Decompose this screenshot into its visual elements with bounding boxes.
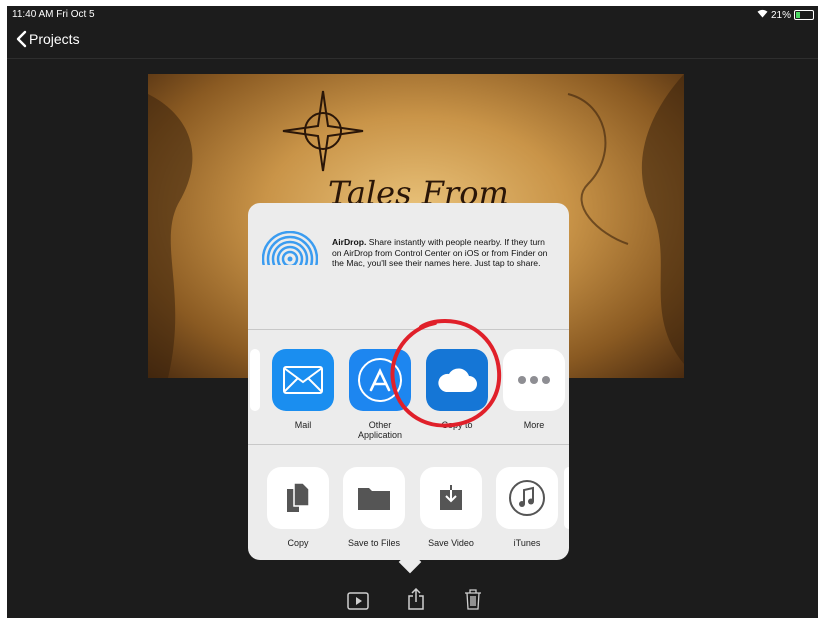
play-button[interactable] (347, 592, 369, 615)
back-button[interactable]: Projects (15, 30, 80, 48)
chevron-left-icon (15, 30, 27, 48)
more-icon (503, 349, 565, 411)
action-save-video[interactable]: Save Video (412, 467, 490, 548)
battery-icon (794, 10, 814, 20)
action-itunes[interactable]: iTunes (488, 467, 566, 548)
status-right: 21% (757, 9, 814, 21)
status-time: 11:40 AM Fri Oct 5 (12, 9, 95, 20)
wifi-icon (757, 9, 768, 21)
copy-icon (267, 467, 329, 529)
share-icon (408, 587, 424, 610)
more-label: More (523, 420, 545, 430)
app-store-icon (349, 349, 411, 411)
share-app-other-application[interactable]: Other Application (341, 349, 419, 440)
status-bar: 11:40 AM Fri Oct 5 21% (7, 6, 818, 24)
airdrop-icon (261, 230, 319, 292)
share-sheet: AirDrop. Share instantly with people nea… (248, 203, 569, 560)
compass-rose-icon (282, 90, 364, 172)
mail-icon (272, 349, 334, 411)
save-video-label: Save Video (428, 538, 474, 548)
copy-to-label: Copy to (441, 420, 473, 430)
save-to-files-label: Save to Files (347, 538, 401, 548)
itunes-label: iTunes (513, 538, 541, 548)
actions-row: Copy Save to Files Save Video iTunes (248, 445, 569, 560)
folder-icon (343, 467, 405, 529)
apps-row: Mail Other Application Copy to More (248, 330, 569, 445)
back-label: Projects (29, 31, 80, 47)
trash-button[interactable] (464, 589, 482, 615)
airdrop-description: AirDrop. Share instantly with people nea… (332, 237, 554, 269)
trash-icon (465, 589, 481, 610)
partial-action-tile (564, 467, 569, 529)
play-icon (347, 592, 369, 610)
share-app-mail[interactable]: Mail (264, 349, 342, 430)
other-application-label: Other Application (357, 420, 403, 440)
airdrop-title: AirDrop. (332, 237, 367, 247)
save-video-icon (420, 467, 482, 529)
itunes-icon (496, 467, 558, 529)
copy-label: Copy (287, 538, 309, 548)
action-copy[interactable]: Copy (259, 467, 337, 548)
share-app-copy-to-icloud[interactable]: Copy to (418, 349, 496, 430)
partial-app-tile (250, 349, 260, 411)
battery-percent: 21% (770, 9, 791, 21)
nav-bar: Projects (7, 24, 818, 59)
mail-label: Mail (294, 420, 312, 430)
share-app-more[interactable]: More (495, 349, 569, 430)
bottom-toolbar (7, 586, 818, 618)
airdrop-section[interactable]: AirDrop. Share instantly with people nea… (248, 203, 569, 330)
icloud-icon (426, 349, 488, 411)
share-button[interactable] (407, 587, 425, 615)
action-save-to-files[interactable]: Save to Files (335, 467, 413, 548)
